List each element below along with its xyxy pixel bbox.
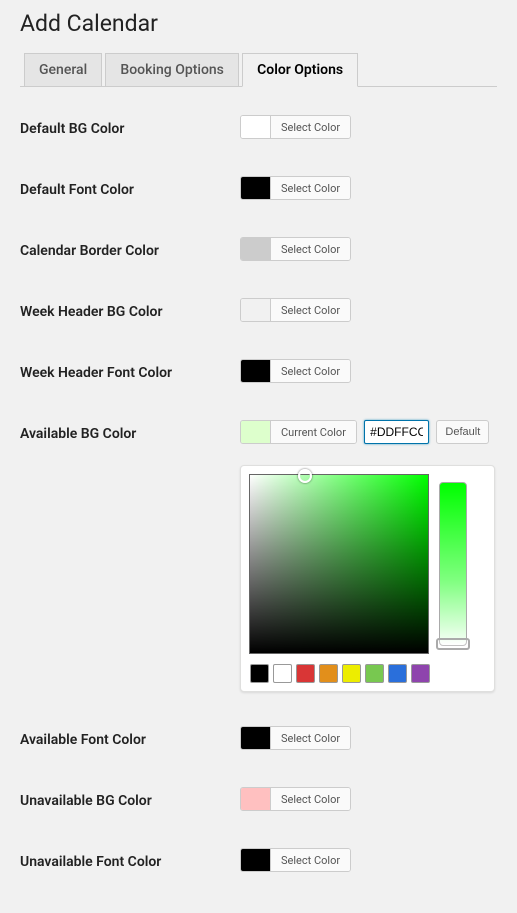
select-color-unavail-font[interactable]: Select Color [240, 848, 351, 872]
select-color-text: Select Color [271, 116, 350, 138]
swatch-unavail-bg [241, 788, 271, 810]
label-default-bg: Default BG Color [20, 115, 240, 137]
palette-swatch-0[interactable] [250, 664, 269, 683]
page-title: Add Calendar [20, 10, 497, 37]
swatch-week-hdr-bg [241, 299, 271, 321]
current-color-avail-bg[interactable]: Current Color [240, 420, 357, 444]
color-picker-panel [240, 465, 495, 692]
swatch-default-bg [241, 116, 271, 138]
select-color-text: Select Color [271, 177, 350, 199]
select-color-cal-border[interactable]: Select Color [240, 237, 351, 261]
select-color-text: Select Color [271, 238, 350, 260]
select-color-week-hdr-bg[interactable]: Select Color [240, 298, 351, 322]
label-avail-font: Available Font Color [20, 726, 240, 748]
palette-swatch-7[interactable] [411, 664, 430, 683]
palette-swatch-4[interactable] [342, 664, 361, 683]
palette-swatch-3[interactable] [319, 664, 338, 683]
palette-swatch-6[interactable] [388, 664, 407, 683]
label-default-font: Default Font Color [20, 176, 240, 198]
swatch-unavail-font [241, 849, 271, 871]
tab-booking-options[interactable]: Booking Options [105, 53, 239, 86]
hue-slider[interactable] [439, 482, 467, 646]
label-cal-border: Calendar Border Color [20, 237, 240, 259]
palette-swatch-5[interactable] [365, 664, 384, 683]
default-button-avail-bg[interactable]: Default [436, 420, 489, 444]
palette-row [249, 664, 486, 683]
select-color-avail-font[interactable]: Select Color [240, 726, 351, 750]
hue-handle[interactable] [436, 638, 470, 650]
select-color-default-font[interactable]: Select Color [240, 176, 351, 200]
select-color-unavail-bg[interactable]: Select Color [240, 787, 351, 811]
select-color-text: Select Color [271, 727, 350, 749]
label-avail-bg: Available BG Color [20, 420, 240, 442]
label-week-hdr-font: Week Header Font Color [20, 359, 240, 381]
palette-swatch-2[interactable] [296, 664, 315, 683]
tab-bar: General Booking Options Color Options [20, 53, 497, 87]
hex-input-avail-bg[interactable] [364, 420, 429, 444]
sv-handle[interactable] [298, 469, 312, 483]
swatch-cal-border [241, 238, 271, 260]
tab-general[interactable]: General [24, 53, 102, 86]
palette-swatch-1[interactable] [273, 664, 292, 683]
swatch-avail-bg [241, 421, 271, 443]
current-color-text: Current Color [271, 421, 356, 443]
tab-color-options[interactable]: Color Options [242, 53, 358, 87]
saturation-value-area[interactable] [249, 474, 429, 654]
swatch-default-font [241, 177, 271, 199]
label-unavail-font: Unavailable Font Color [20, 848, 240, 870]
select-color-text: Select Color [271, 849, 350, 871]
select-color-text: Select Color [271, 299, 350, 321]
label-unavail-bg: Unavailable BG Color [20, 787, 240, 809]
select-color-text: Select Color [271, 788, 350, 810]
select-color-text: Select Color [271, 360, 350, 382]
select-color-week-hdr-font[interactable]: Select Color [240, 359, 351, 383]
swatch-week-hdr-font [241, 360, 271, 382]
select-color-default-bg[interactable]: Select Color [240, 115, 351, 139]
label-week-hdr-bg: Week Header BG Color [20, 298, 240, 320]
swatch-avail-font [241, 727, 271, 749]
